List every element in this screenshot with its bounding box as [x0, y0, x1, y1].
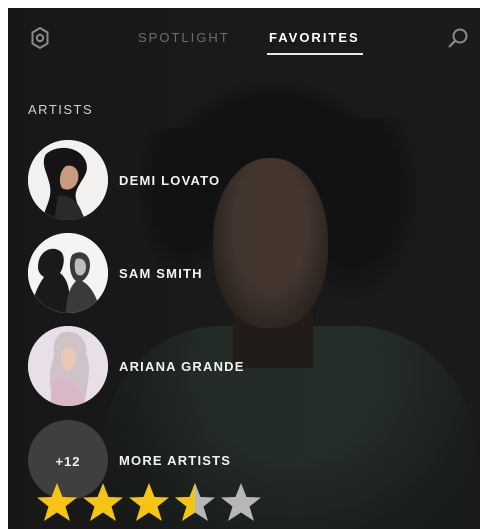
- star-2-icon: [83, 483, 123, 521]
- tab-spotlight[interactable]: SPOTLIGHT: [138, 30, 230, 45]
- artist-item-ariana-grande[interactable]: ARIANA GRANDE: [28, 326, 288, 406]
- star-1-icon: [37, 483, 77, 521]
- artist-name: DEMI LOVATO: [119, 173, 221, 188]
- star-5-icon: [221, 483, 261, 521]
- star-4-half-icon: [175, 483, 215, 521]
- avatar: [28, 140, 108, 220]
- gear-icon[interactable]: [28, 26, 52, 50]
- more-artists-label: MORE ARTISTS: [119, 453, 232, 468]
- app-screen: SPOTLIGHT FAVORITES ARTISTS DEMI LOVATO: [8, 8, 480, 529]
- star-rating: [35, 481, 265, 529]
- top-bar: SPOTLIGHT FAVORITES: [8, 8, 480, 68]
- avatar: [28, 233, 108, 313]
- artist-name: ARIANA GRANDE: [119, 359, 245, 374]
- avatar: [28, 326, 108, 406]
- active-tab-indicator: [267, 53, 363, 55]
- artist-item-demi-lovato[interactable]: DEMI LOVATO: [28, 140, 288, 220]
- star-3-icon: [129, 483, 169, 521]
- tab-favorites[interactable]: FAVORITES: [269, 30, 360, 45]
- artist-name: SAM SMITH: [119, 266, 203, 281]
- more-artists-count: +12: [55, 454, 81, 469]
- search-icon[interactable]: [446, 26, 470, 50]
- section-title: ARTISTS: [28, 102, 94, 117]
- artist-item-sam-smith[interactable]: SAM SMITH: [28, 233, 288, 313]
